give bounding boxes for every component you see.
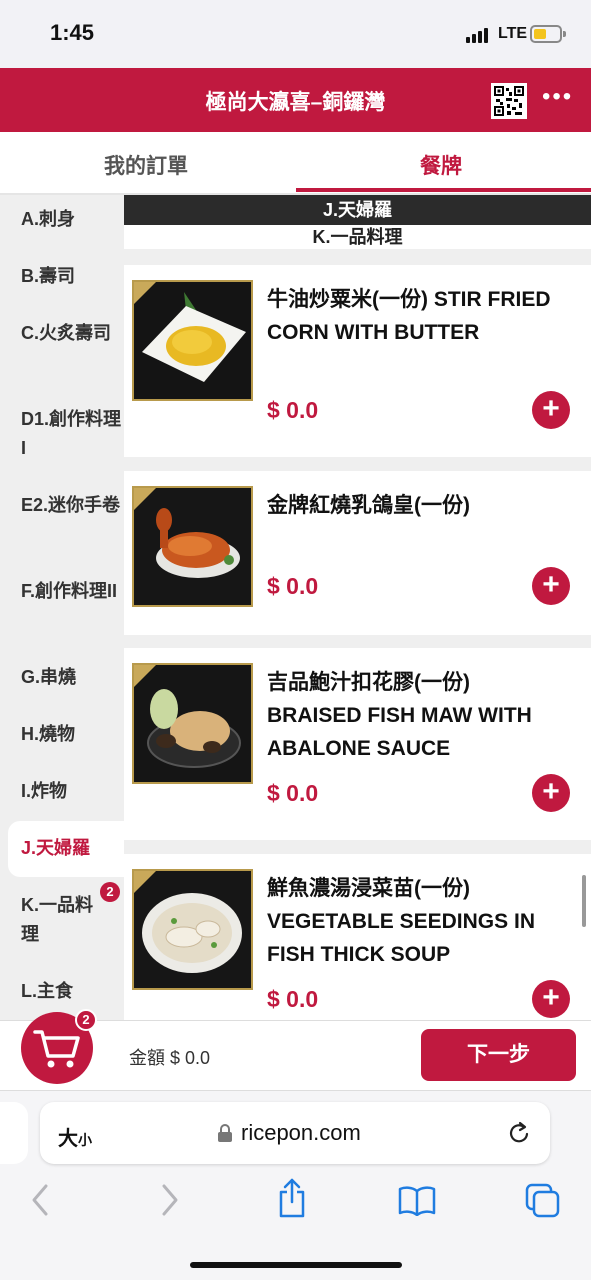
item-name: 牛油炒粟米(一份) STIR FRIED CORN WITH BUTTER — [267, 288, 551, 344]
section-header: K.一品料理 — [124, 225, 591, 249]
add-item-button[interactable]: + — [532, 391, 570, 429]
food-photo-corn — [132, 280, 253, 401]
add-item-button[interactable]: + — [532, 567, 570, 605]
item-price: $ 0.0 — [267, 397, 319, 423]
active-tab-indicator — [296, 188, 591, 192]
cart-icon — [33, 1030, 80, 1068]
order-total: 金額 $ 0.0 — [129, 1048, 211, 1068]
food-photo-fish-soup — [132, 869, 253, 990]
reload-icon[interactable] — [507, 1120, 531, 1146]
previous-tab-preview[interactable] — [0, 1102, 28, 1164]
network-label: LTE — [498, 25, 528, 42]
category-c[interactable]: C.火炙壽司 — [21, 319, 121, 348]
category-f[interactable]: F.創作料理II — [21, 577, 121, 606]
lock-icon — [218, 1124, 232, 1142]
back-icon[interactable] — [30, 1182, 52, 1218]
signal-icon — [466, 27, 490, 43]
menu-list[interactable]: J.天婦羅 K.一品料理 牛油炒粟米(一份) STIR FRIED CORN W… — [124, 195, 591, 1020]
category-e2[interactable]: E2.迷你手卷 — [21, 491, 121, 520]
status-time: 1:45 — [50, 20, 95, 45]
category-a[interactable]: A.刺身 — [21, 205, 121, 234]
category-g[interactable]: G.串燒 — [21, 663, 121, 692]
status-bar: 1:45 LTE — [0, 0, 591, 68]
qr-code-icon[interactable] — [491, 83, 527, 119]
item-price: $ 0.0 — [267, 780, 319, 806]
cart-count-badge: 2 — [75, 1009, 97, 1031]
sticky-section-header: J.天婦羅 — [124, 195, 591, 225]
scrollbar[interactable] — [582, 875, 586, 927]
category-k-badge: 2 — [100, 882, 120, 902]
item-price: $ 0.0 — [267, 573, 319, 599]
add-item-button[interactable]: + — [532, 980, 570, 1018]
menu-item-card[interactable]: 鮮魚濃湯浸菜苗(一份) VEGETABLE SEEDINGS IN FISH T… — [124, 854, 591, 1020]
category-j[interactable]: J.天婦羅 — [21, 834, 121, 863]
tabs-icon[interactable] — [525, 1183, 561, 1219]
text-size-button[interactable]: 大小 — [58, 1122, 92, 1151]
next-step-button[interactable]: 下一步 — [421, 1029, 576, 1081]
text-size-big-label: 大 — [58, 1128, 78, 1150]
menu-item-card[interactable]: 牛油炒粟米(一份) STIR FRIED CORN WITH BUTTER $ … — [124, 265, 591, 457]
menu-item-card[interactable]: 金牌紅燒乳鴿皇(一份) $ 0.0 + — [124, 471, 591, 635]
bookmarks-icon[interactable] — [398, 1186, 436, 1216]
food-photo-pigeon — [132, 486, 253, 607]
category-h[interactable]: H.燒物 — [21, 720, 121, 749]
item-price: $ 0.0 — [267, 986, 319, 1012]
category-d1[interactable]: D1.創作料理I — [21, 405, 121, 463]
tab-my-orders[interactable]: 我的訂單 — [104, 150, 188, 180]
tab-bar: 我的訂單 餐牌 — [0, 132, 591, 194]
category-l[interactable]: L.主食 — [21, 977, 121, 1006]
category-b[interactable]: B.壽司 — [21, 262, 121, 291]
food-photo-fish-maw — [132, 663, 253, 784]
category-i[interactable]: I.炸物 — [21, 777, 121, 806]
forward-icon[interactable] — [158, 1182, 180, 1218]
home-indicator — [190, 1262, 402, 1268]
item-name: 鮮魚濃湯浸菜苗(一份) VEGETABLE SEEDINGS IN FISH T… — [267, 877, 535, 966]
more-options-icon[interactable]: ••• — [542, 85, 573, 109]
item-name: 金牌紅燒乳鴿皇(一份) — [267, 494, 470, 517]
tab-menu[interactable]: 餐牌 — [420, 150, 462, 180]
category-k[interactable]: K.一品料理 — [21, 891, 105, 949]
url-text: ricepon.com — [241, 1120, 361, 1145]
battery-icon — [530, 25, 566, 43]
text-size-small-label: 小 — [78, 1132, 92, 1148]
item-name: 吉品鮑汁扣花膠(一份) BRAISED FISH MAW WITH ABALON… — [267, 671, 532, 760]
share-icon[interactable] — [277, 1178, 307, 1218]
add-item-button[interactable]: + — [532, 774, 570, 812]
menu-item-card[interactable]: 吉品鮑汁扣花膠(一份) BRAISED FISH MAW WITH ABALON… — [124, 648, 591, 840]
